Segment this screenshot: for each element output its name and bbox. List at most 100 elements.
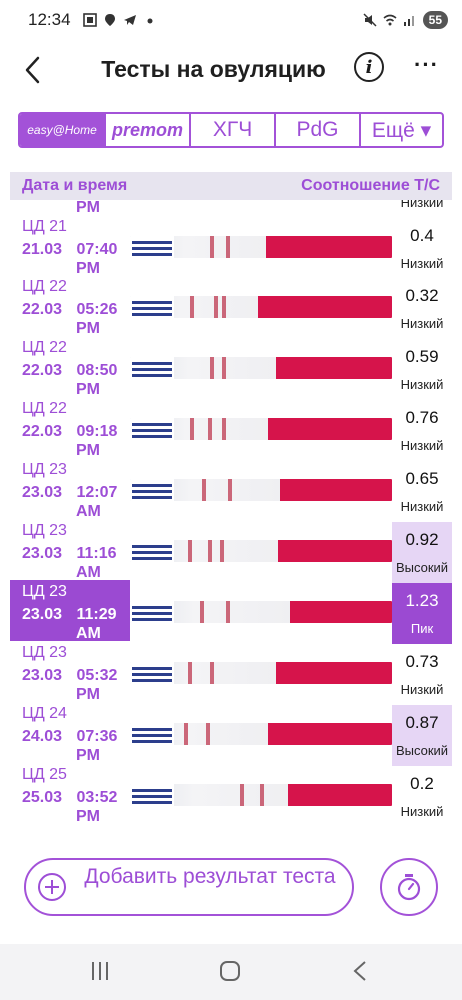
test-strip-image[interactable] <box>130 601 392 623</box>
date: 24.03 <box>22 728 63 745</box>
location-icon <box>104 14 115 26</box>
strip-max-label <box>130 296 174 318</box>
timer-button[interactable] <box>380 858 438 916</box>
nav-recents-icon[interactable] <box>92 962 110 980</box>
tc-ratio-cell: Низкий <box>392 200 452 218</box>
strip-line <box>208 540 212 562</box>
list-item[interactable]: 21.03 07:39PM Низкий <box>10 200 452 218</box>
date: 23.03 <box>22 667 63 684</box>
am-pm: AM <box>76 564 101 581</box>
tc-ratio-cell: 1.23 Пик <box>392 583 452 644</box>
tab-more[interactable]: Ещё ▾ <box>361 114 442 146</box>
app-header: Тесты на овуляцию i ··· <box>0 44 462 96</box>
cycle-day: ЦД 22 <box>22 278 67 295</box>
strip-line <box>260 784 264 806</box>
strip-line <box>228 479 232 501</box>
date: 21.03 <box>22 241 63 258</box>
date-time: 23.03 11:16 AM <box>22 544 130 582</box>
strip-line <box>200 601 204 623</box>
date: 23.03 <box>22 545 63 562</box>
test-strip-image[interactable] <box>130 479 392 501</box>
am-pm: PM <box>76 808 100 825</box>
list-item[interactable]: ЦД 23 23.03 05:32 PM 0.73 Низкий <box>10 644 452 705</box>
strip-max-label <box>130 236 174 258</box>
date-time: 23.03 11:29 AM <box>22 605 130 643</box>
telegram-icon <box>123 15 136 25</box>
list-item[interactable]: ЦД 22 22.03 08:50 PM 0.59 Низкий <box>10 339 452 400</box>
time: 05:32 <box>76 667 118 684</box>
cycle-day: ЦД 22 <box>22 339 67 356</box>
list-item[interactable]: ЦД 23 23.03 12:07 AM 0.65 Низкий <box>10 461 452 522</box>
add-result-button[interactable]: Добавить результат теста <box>24 858 354 916</box>
status-time: 12:34 <box>28 10 71 29</box>
list-item[interactable]: ЦД 23 23.03 11:29 AM 1.23 Пик <box>10 580 452 644</box>
strip-max-label <box>130 479 174 501</box>
list-item[interactable]: ЦД 25 25.03 03:52 PM 0.2 Низкий <box>10 766 452 827</box>
list-item[interactable]: ЦД 24 24.03 07:36 PM 0.87 Высокий <box>10 705 452 766</box>
strip-line <box>240 784 244 806</box>
strip-max-label <box>130 418 174 440</box>
tc-level-label: Низкий <box>400 682 444 697</box>
am-pm: PM <box>76 747 100 764</box>
tc-level-label: Низкий <box>400 438 444 453</box>
test-strip-image[interactable] <box>130 540 392 562</box>
time: 07:36 <box>76 728 118 745</box>
cycle-day: ЦД 21 <box>22 218 67 235</box>
tc-ratio-value: 0.2 <box>410 774 434 793</box>
list-item[interactable]: ЦД 21 21.03 07:40 PM 0.4 Низкий <box>10 218 452 279</box>
test-strip-image[interactable] <box>130 236 392 258</box>
test-strip-image[interactable] <box>130 784 392 806</box>
list-item[interactable]: ЦД 22 22.03 05:26 PM 0.32 Низкий <box>10 278 452 339</box>
more-icon[interactable]: ··· <box>414 52 439 78</box>
test-strip-image[interactable] <box>130 357 392 379</box>
date: 22.03 <box>22 301 63 318</box>
list-item[interactable]: ЦД 23 23.03 11:16 AM 0.92 Высокий <box>10 522 452 583</box>
tc-ratio-value: 0.4 <box>410 226 434 245</box>
tc-ratio-value: 0.92 <box>405 530 439 549</box>
tc-ratio-cell: 0.92 Высокий <box>392 522 452 583</box>
test-strip-image[interactable] <box>130 662 392 684</box>
cycle-day: ЦД 23 <box>22 522 67 539</box>
nav-home-icon[interactable] <box>220 961 240 981</box>
list-item[interactable]: ЦД 22 22.03 09:18 PM 0.76 Низкий <box>10 400 452 461</box>
strip-line <box>206 723 210 745</box>
date-time: 22.03 05:26 PM <box>22 300 130 338</box>
tab-easy-home[interactable]: easy@Home <box>20 114 106 146</box>
tc-ratio-cell: 0.32 Низкий <box>392 278 452 339</box>
plus-icon <box>38 873 66 901</box>
tc-ratio-cell: 0.2 Низкий <box>392 766 452 827</box>
am-pm: PM <box>76 686 100 703</box>
tc-ratio-value: 0.73 <box>405 652 439 671</box>
strip-line <box>190 296 194 318</box>
am-pm: PM <box>76 442 100 459</box>
tc-ratio-value: 1.23 <box>405 591 439 610</box>
strip-max-label <box>130 723 174 745</box>
results-list[interactable]: 21.03 07:39PM Низкий ЦД 21 21.03 07:40 PM 0.4… <box>10 200 452 830</box>
screenshot-icon <box>82 13 97 27</box>
am-pm: PM <box>76 200 100 216</box>
test-strip-image[interactable] <box>130 418 392 440</box>
date-time: 25.03 03:52 PM <box>22 788 130 826</box>
strip-line <box>208 418 212 440</box>
battery-indicator: 55 <box>422 11 448 29</box>
strip-max-label <box>130 601 174 623</box>
tab-premom[interactable]: premom <box>106 114 191 146</box>
tc-ratio-value: 0.76 <box>405 408 439 427</box>
tc-level-label: Низкий <box>400 377 444 392</box>
strip-line <box>226 236 230 258</box>
date-time: 21.03 07:40 PM <box>22 240 130 278</box>
test-strip-image[interactable] <box>130 723 392 745</box>
test-strip-image[interactable] <box>130 296 392 318</box>
strip-max-label <box>130 357 174 379</box>
column-tc-ratio: Соотношение Т/С <box>301 177 440 194</box>
am-pm: PM <box>76 320 100 337</box>
strip-line <box>222 418 226 440</box>
tab-pdg[interactable]: PdG <box>276 114 361 146</box>
cycle-day: ЦД 23 <box>22 461 67 478</box>
strip-line <box>210 236 214 258</box>
tc-level-label: Низкий <box>400 200 444 210</box>
page-title: Тесты на овуляцию <box>101 56 326 82</box>
nav-back-icon[interactable] <box>352 960 368 982</box>
tab-hcg[interactable]: ХГЧ <box>191 114 276 146</box>
info-icon[interactable]: i <box>354 52 384 82</box>
